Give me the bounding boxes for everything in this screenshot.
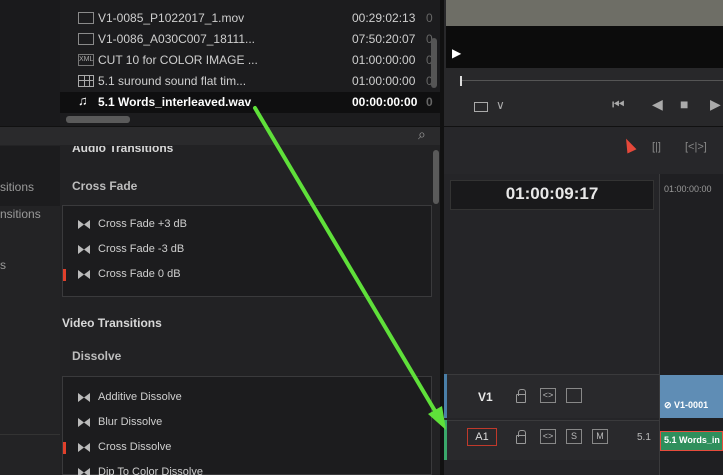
drag-arrow-annotation [253,106,446,430]
